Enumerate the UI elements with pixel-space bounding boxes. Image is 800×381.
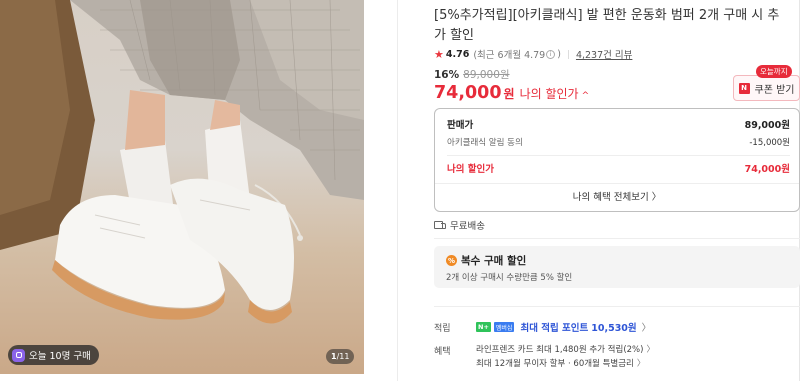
installment-benefit-text: 최대 12개월 무이자 할부 · 60개월 특별금리: [476, 359, 634, 369]
breakdown-value: -15,000원: [749, 138, 790, 148]
bulk-discount-desc: 2개 이상 구매시 수량만큼 5% 할인: [446, 273, 573, 283]
view-all-benefits-link[interactable]: 나의 혜택 전체보기 〉: [435, 189, 799, 203]
discount-percent: 16%: [434, 68, 460, 81]
product-title: [5%추가적립][아키클래식] 발 편한 운동화 범퍼 2개 구매 시 추가 할…: [434, 8, 780, 43]
points-row[interactable]: N+ 멤버십 최대 적립 포인트 10,530원 〉: [476, 320, 651, 334]
image-counter: 1/11: [326, 349, 355, 364]
breakdown-divider: [447, 155, 790, 156]
column-divider: [397, 0, 398, 381]
chevron-up-icon[interactable]: ^: [582, 91, 590, 101]
max-points-text: 최대 적립 포인트: [520, 323, 589, 334]
max-points-value: 10,530원: [591, 323, 637, 334]
view-all-benefits-label: 나의 혜택 전체보기 〉: [572, 192, 662, 203]
rating-row: ★ 4.76 (최근 6개월 4.79 i ) 4,237건 리뷰: [434, 47, 632, 62]
chevron-right-icon[interactable]: 〉: [642, 320, 652, 334]
section-divider: [434, 306, 800, 307]
shipping-info: 무료배송: [434, 218, 485, 232]
coupon-icon: N: [738, 82, 750, 94]
sale-price: 74,000: [434, 83, 502, 103]
chevron-right-icon[interactable]: 〉: [646, 345, 655, 355]
installment-benefit-row[interactable]: 최대 12개월 무이자 할부 · 60개월 특별금리 〉: [476, 357, 645, 369]
section-divider: [434, 238, 800, 239]
points-label: 적립: [434, 324, 451, 334]
benefits-label: 혜택: [434, 347, 451, 357]
sale-price-row[interactable]: 74,000 원 나의 할인가 ^: [434, 83, 589, 103]
percent-icon: %: [446, 255, 457, 266]
bulk-discount-title: 복수 구매 할인: [461, 255, 527, 267]
star-icon: ★: [434, 47, 444, 61]
price-breakdown-box: 판매가 89,000원 아키클래식 알림 동의 -15,000원 나의 할인가 …: [434, 108, 800, 212]
breakdown-value: 74,000원: [744, 164, 790, 175]
card-benefit-row[interactable]: 라인프렌즈 카드 최대 1,480원 추가 적립(2%) 〉: [476, 343, 655, 355]
product-image[interactable]: 오늘 10명 구매 1/11: [0, 0, 364, 374]
breakdown-label: 아키클래식 알림 동의: [447, 138, 523, 148]
npay-icon: N+: [476, 322, 491, 332]
card-benefit-text: 라인프렌즈 카드 최대 1,480원 추가 적립(2%): [476, 345, 644, 355]
coupon-button-label: 쿠폰 받기: [754, 84, 795, 96]
my-price-label: 나의 할인가: [519, 87, 579, 101]
product-info-panel: [5%추가적립][아키클래식] 발 편한 운동화 범퍼 2개 구매 시 추가 할…: [434, 0, 800, 381]
rating-separator: [567, 49, 569, 59]
breakdown-row-list-price: 판매가 89,000원: [447, 117, 790, 131]
bulk-discount-box: % 복수 구매 할인 2개 이상 구매시 수량만큼 5% 할인: [434, 246, 800, 288]
price-unit: 원: [503, 87, 515, 101]
chevron-right-icon[interactable]: 〉: [637, 359, 646, 369]
review-count-link[interactable]: 4,237건 리뷰: [576, 47, 632, 61]
shipping-label: 무료배송: [450, 221, 485, 232]
recent-rating: (최근 6개월 4.79: [473, 50, 546, 61]
original-price: 89,000원: [463, 69, 510, 81]
rating-score: 4.76: [445, 48, 470, 60]
recent-rating-close: ): [557, 48, 561, 60]
membership-badge: 멤버십: [493, 322, 515, 332]
coupon-button[interactable]: N 쿠폰 받기: [733, 75, 800, 101]
info-icon[interactable]: i: [546, 49, 556, 59]
bag-icon: [12, 348, 25, 362]
coupon-deadline-tag: 오늘까지: [756, 65, 792, 78]
purchase-count-badge: 오늘 10명 구매: [8, 345, 99, 365]
image-counter-total: /11: [336, 352, 350, 361]
purchase-count-text: 오늘 10명 구매: [29, 351, 91, 362]
product-photo-illustration: [0, 0, 364, 324]
breakdown-divider: [435, 183, 799, 184]
breakdown-row-alert-discount: 아키클래식 알림 동의 -15,000원: [447, 136, 790, 148]
breakdown-value: 89,000원: [744, 120, 790, 131]
breakdown-row-my-price: 나의 할인가 74,000원: [447, 161, 790, 175]
breakdown-label: 판매가: [447, 120, 474, 131]
truck-icon: [434, 220, 446, 230]
breakdown-label: 나의 할인가: [447, 164, 495, 175]
discount-row: 16% 89,000원: [434, 67, 510, 82]
